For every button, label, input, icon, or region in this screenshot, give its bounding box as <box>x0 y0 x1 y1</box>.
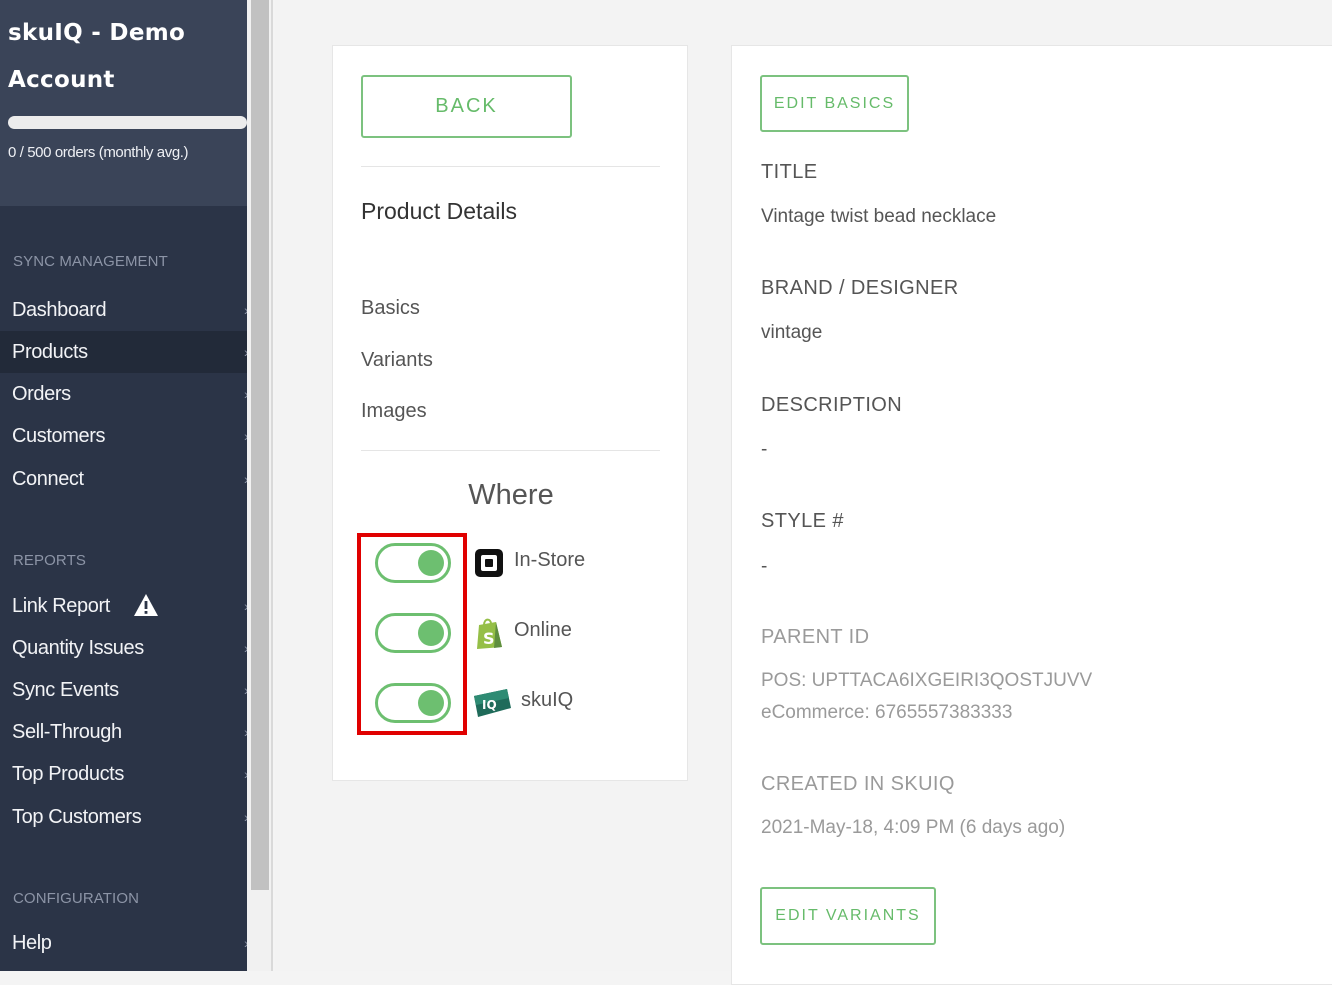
orders-note: 0 / 500 orders (monthly avg.) <box>8 144 188 161</box>
product-detail-card: EDIT BASICS TITLE Vintage twist bead nec… <box>731 45 1332 985</box>
sidebar-item-label: Help <box>12 932 52 954</box>
account-panel: skuIQ - Demo Account <box>0 0 247 206</box>
sidebar-item-label: Sync Events <box>12 679 119 701</box>
sidebar-item-dashboard[interactable]: Dashboard › <box>0 289 247 331</box>
nav-link-variants[interactable]: Variants <box>361 349 433 372</box>
account-title-line1: skuIQ - Demo <box>8 10 247 57</box>
brand-value: vintage <box>761 322 822 344</box>
sidebar-item-link-report[interactable]: Link Report › <box>0 585 247 627</box>
parent-id-ecommerce: eCommerce: 6765557383333 <box>761 702 1012 724</box>
channel-label-in-store: In-Store <box>514 549 585 572</box>
divider <box>361 450 660 451</box>
svg-text:IQ: IQ <box>482 698 497 712</box>
main-content: BACK Product Details Basics Variants Ima… <box>275 0 1332 971</box>
section-configuration: CONFIGURATION <box>13 890 139 907</box>
sidebar-item-label: Top Customers <box>12 806 141 828</box>
created-label: CREATED IN SKUIQ <box>761 773 955 796</box>
sidebar-item-top-products[interactable]: Top Products › <box>0 753 247 795</box>
square-pos-icon <box>474 548 504 578</box>
sidebar-item-label: Dashboard <box>12 299 106 321</box>
toggle-highlight-box <box>357 533 467 735</box>
nav-link-basics[interactable]: Basics <box>361 297 420 320</box>
sidebar-scrollbar[interactable] <box>247 0 273 971</box>
edit-basics-button[interactable]: EDIT BASICS <box>760 75 909 132</box>
section-reports: REPORTS <box>13 552 86 569</box>
channel-label-online: Online <box>514 619 572 642</box>
back-button[interactable]: BACK <box>361 75 572 138</box>
title-label: TITLE <box>761 161 817 184</box>
where-heading: Where <box>333 479 689 512</box>
description-label: DESCRIPTION <box>761 394 902 417</box>
sidebar-item-sell-through[interactable]: Sell-Through › <box>0 711 247 753</box>
sidebar-item-label: Link Report <box>12 595 110 617</box>
product-details-heading: Product Details <box>361 198 517 225</box>
scrollbar-thumb[interactable] <box>251 0 269 890</box>
created-value: 2021-May-18, 4:09 PM (6 days ago) <box>761 817 1065 839</box>
sidebar-item-label: Orders <box>12 383 71 405</box>
section-sync-management: SYNC MANAGEMENT <box>13 253 168 270</box>
warning-icon <box>133 593 159 617</box>
sidebar-item-label: Top Products <box>12 763 124 785</box>
style-label: STYLE # <box>761 510 844 533</box>
style-value: - <box>761 556 767 578</box>
sidebar-item-label: Connect <box>12 468 84 490</box>
nav-link-images[interactable]: Images <box>361 400 427 423</box>
sidebar-item-connect[interactable]: Connect › <box>0 458 247 500</box>
sidebar-item-products[interactable]: Products › <box>0 331 247 373</box>
sidebar-item-label: Sell-Through <box>12 721 122 743</box>
sidebar-item-orders[interactable]: Orders › <box>0 373 247 415</box>
edit-variants-button[interactable]: EDIT VARIANTS <box>760 887 936 945</box>
orders-progress-bar <box>8 116 247 129</box>
title-value: Vintage twist bead necklace <box>761 206 996 228</box>
channel-label-skuiq: skuIQ <box>521 689 573 712</box>
sidebar-item-label: Products <box>12 341 88 363</box>
description-value: - <box>761 439 767 461</box>
sidebar-item-label: Quantity Issues <box>12 637 144 659</box>
svg-text:S: S <box>483 629 495 648</box>
brand-label: BRAND / DESIGNER <box>761 277 959 300</box>
sidebar-item-sync-events[interactable]: Sync Events › <box>0 669 247 711</box>
sidebar-item-customers[interactable]: Customers › <box>0 415 247 457</box>
divider <box>361 166 660 167</box>
sidebar-item-label: Customers <box>12 425 105 447</box>
account-title-line2: Account <box>8 57 247 104</box>
sidebar-item-top-customers[interactable]: Top Customers › <box>0 796 247 838</box>
skuiq-logo-icon: IQ <box>471 686 513 720</box>
sidebar-item-quantity-issues[interactable]: Quantity Issues › <box>0 627 247 669</box>
sidebar: skuIQ - Demo Account 0 / 500 orders (mon… <box>0 0 247 971</box>
sidebar-item-help[interactable]: Help › <box>0 922 247 964</box>
parent-id-pos: POS: UPTTACA6IXGEIRI3QOSTJUVV <box>761 670 1092 692</box>
shopify-bag-icon: S <box>474 616 504 650</box>
parent-id-label: PARENT ID <box>761 626 869 649</box>
